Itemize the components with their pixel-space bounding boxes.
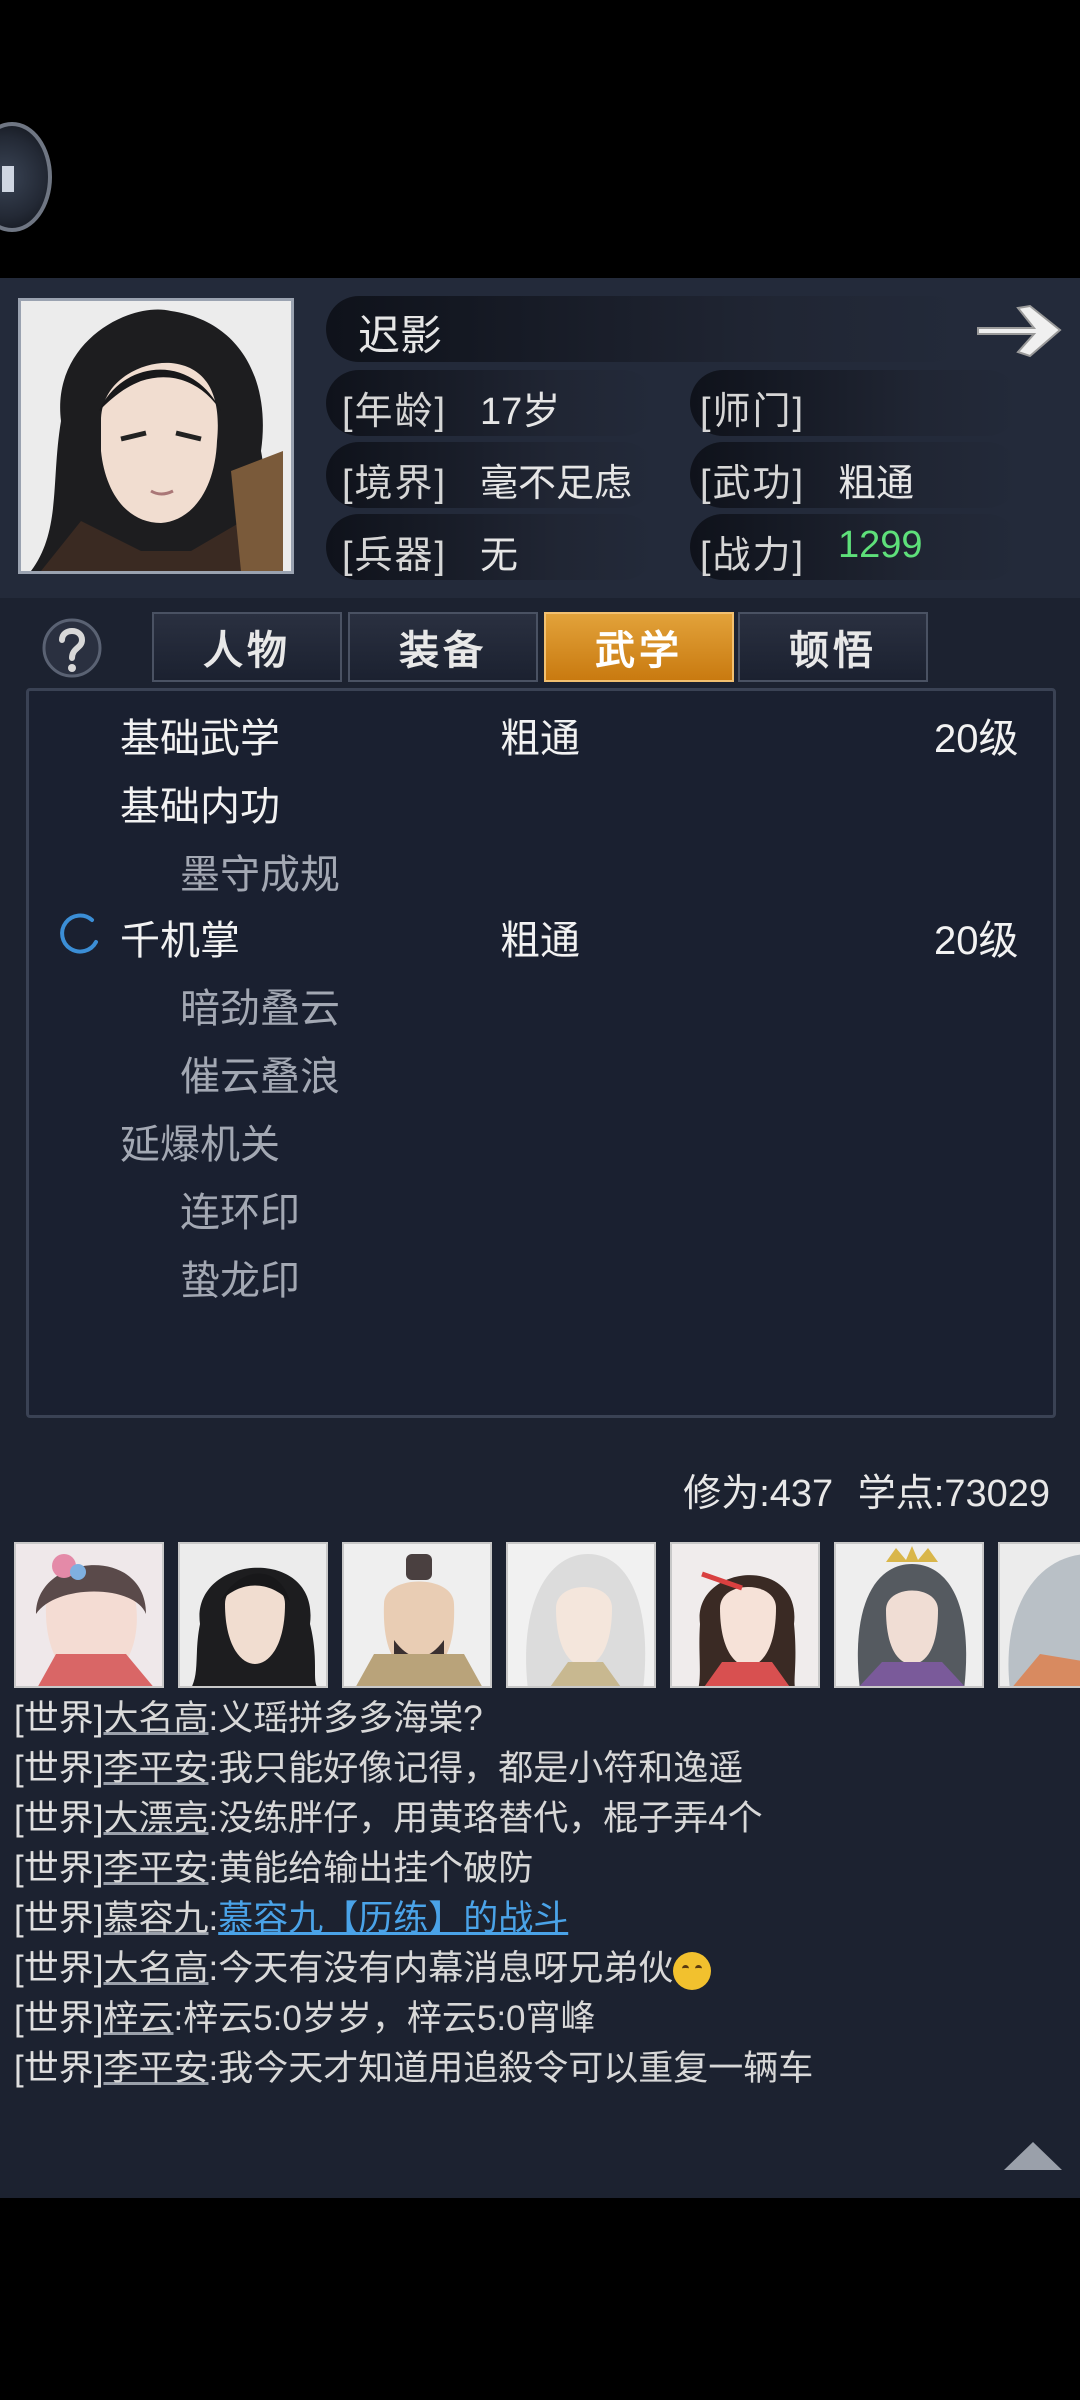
- chat-channel: [世界]: [14, 1949, 104, 1988]
- portrait-card[interactable]: [834, 1542, 984, 1688]
- realm-label: [境界]: [342, 463, 448, 505]
- chat-channel: [世界]: [14, 1899, 104, 1938]
- chat-text: :梓云5:0岁岁，梓云5:0宵峰: [173, 1999, 596, 2038]
- weapon-value: 无: [480, 535, 519, 577]
- character-portrait-strip: [14, 1542, 1080, 1688]
- tab-enlightenment[interactable]: 顿悟: [738, 612, 928, 682]
- skill-grade: 20级: [934, 919, 1019, 963]
- chat-text: :: [208, 1899, 219, 1938]
- chat-channel: [世界]: [14, 1849, 104, 1888]
- skill-level-text: 粗通: [500, 919, 580, 963]
- tab-equipment[interactable]: 装备: [348, 612, 538, 682]
- chat-sender-name[interactable]: 李平安: [103, 2049, 208, 2088]
- chat-text: :义瑶拼多多海棠?: [208, 1699, 483, 1738]
- skill-grade: 20级: [934, 717, 1019, 761]
- realm-value: 毫不足虑: [480, 463, 633, 505]
- skill-basic-inner[interactable]: 基础内功: [120, 774, 280, 832]
- cultivation-value: 修为:437: [683, 1473, 834, 1515]
- skill-level-text: 粗通: [500, 717, 580, 761]
- weapon-label: [兵器]: [342, 535, 448, 577]
- chat-text: :我今天才知道用追殺令可以重复一辆车: [208, 2049, 814, 2088]
- cultivation-stats: 修为:437 学点:73029: [683, 1462, 1050, 1517]
- chat-sender-name[interactable]: 李平安: [103, 1749, 208, 1788]
- arrow-right-icon: [977, 304, 1062, 358]
- chat-message: [世界]李平安:我只能好像记得，都是小符和逸遥: [14, 1740, 743, 1791]
- skill-thousand-palm[interactable]: 千机掌: [120, 908, 240, 966]
- question-mark-icon: [42, 618, 102, 678]
- chat-channel: [世界]: [14, 1749, 104, 1788]
- portrait-card[interactable]: [178, 1542, 328, 1688]
- chat-message: [世界]李平安:黄能给输出挂个破防: [14, 1840, 533, 1891]
- learning-points-value: 学点:73029: [857, 1473, 1050, 1515]
- portrait-card[interactable]: [342, 1542, 492, 1688]
- chat-message: [世界]李平安:我今天才知道用追殺令可以重复一辆车: [14, 2040, 813, 2091]
- character-avatar[interactable]: [18, 298, 294, 574]
- menu-round-button[interactable]: [0, 122, 52, 232]
- chat-message: [世界]大漂亮:没练胖仔，用黄珞替代，棍子弄4个: [14, 1790, 763, 1841]
- portrait-card[interactable]: [998, 1542, 1080, 1688]
- chat-channel: [世界]: [14, 1799, 104, 1838]
- skill-sub-item[interactable]: 延爆机关: [120, 1112, 280, 1170]
- chat-text: :黄能给输出挂个破防: [208, 1849, 534, 1888]
- chat-message: [世界]大名高:义瑶拼多多海棠?: [14, 1690, 483, 1741]
- scroll-up-button[interactable]: [1000, 2138, 1066, 2174]
- next-arrow-button[interactable]: [972, 298, 1064, 362]
- portrait-card[interactable]: [506, 1542, 656, 1688]
- chat-sender-name[interactable]: 大漂亮: [103, 1799, 208, 1838]
- chat-sender-name[interactable]: 慕容九: [103, 1899, 208, 1938]
- age-label: [年龄]: [342, 391, 448, 433]
- character-name: 迟影: [358, 312, 443, 359]
- chat-text: :我只能好像记得，都是小符和逸遥: [208, 1749, 744, 1788]
- tab-character[interactable]: 人物: [152, 612, 342, 682]
- triangle-up-icon: [1004, 2142, 1062, 2170]
- chat-channel: [世界]: [14, 1999, 104, 2038]
- chat-message: [世界]梓云:梓云5:0岁岁，梓云5:0宵峰: [14, 1990, 596, 2041]
- skill-sub-item[interactable]: 暗劲叠云: [180, 976, 340, 1034]
- chat-message: [世界]大名高:今天有没有内幕消息呀兄弟伙: [14, 1940, 712, 1991]
- power-value: 1299: [838, 524, 923, 566]
- chat-text: :今天有没有内幕消息呀兄弟伙: [208, 1949, 674, 1988]
- skill-basic-martial[interactable]: 基础武学: [120, 706, 280, 764]
- help-button[interactable]: [40, 612, 104, 682]
- skill-sub-item[interactable]: 蛰龙印: [180, 1248, 300, 1306]
- sect-label: [师门]: [700, 391, 806, 433]
- chat-sender-name[interactable]: 大名高: [103, 1949, 208, 1988]
- portrait-card[interactable]: [14, 1542, 164, 1688]
- loading-spinner-icon: [58, 912, 102, 956]
- age-value: 17岁: [480, 391, 561, 433]
- tab-martial-arts[interactable]: 武学: [544, 612, 734, 682]
- chat-message: [世界]慕容九:慕容九【历练】的战斗: [14, 1890, 568, 1941]
- chat-sender-name[interactable]: 梓云: [103, 1999, 173, 2038]
- skill-sub-item[interactable]: 墨守成规: [180, 842, 340, 900]
- chat-text: :没练胖仔，用黄珞替代，棍子弄4个: [208, 1799, 763, 1838]
- chat-sender-name[interactable]: 李平安: [103, 1849, 208, 1888]
- skill-sub-item[interactable]: 连环印: [180, 1180, 300, 1238]
- chat-channel: [世界]: [14, 2049, 104, 2088]
- chat-channel: [世界]: [14, 1699, 104, 1738]
- power-label: [战力]: [700, 535, 806, 577]
- grinning-face-icon: [673, 1951, 712, 1990]
- martial-value: 粗通: [838, 463, 915, 505]
- chat-sender-name[interactable]: 大名高: [103, 1699, 208, 1738]
- battle-replay-link[interactable]: 慕容九【历练】的战斗: [218, 1899, 568, 1938]
- avatar-portrait-image: [21, 301, 291, 571]
- skill-sub-item[interactable]: 催云叠浪: [180, 1044, 340, 1102]
- portrait-card[interactable]: [670, 1542, 820, 1688]
- martial-label: [武功]: [700, 463, 806, 505]
